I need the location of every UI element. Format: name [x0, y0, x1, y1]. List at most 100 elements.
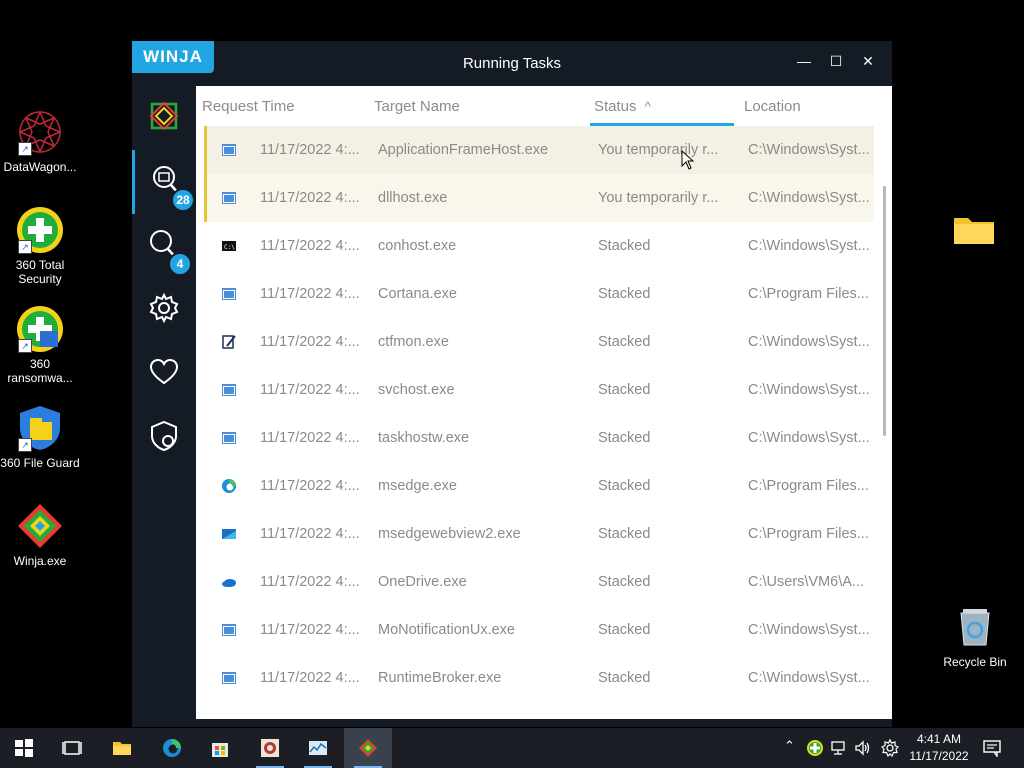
- store-icon: [212, 743, 228, 757]
- cell-status: You temporarily r...: [598, 190, 719, 206]
- window-icon: [222, 144, 236, 156]
- shield-refresh-icon: [151, 420, 177, 452]
- volume-icon[interactable]: [854, 739, 872, 757]
- cell-target-name: RuntimeBroker.exe: [378, 670, 502, 686]
- cell-target-name: taskhostw.exe: [378, 430, 470, 446]
- webview-icon: [222, 529, 236, 539]
- sort-ascending-icon: ^: [644, 99, 651, 114]
- system-clock[interactable]: 4:41 AM 11/17/2022: [902, 731, 976, 765]
- table-row[interactable]: 11/17/2022 4:... msedge.exe Stacked C:\P…: [204, 462, 874, 510]
- title-bar[interactable]: WINJA Running Tasks — ☐ ✕: [132, 41, 892, 86]
- task-view-button[interactable]: [48, 728, 96, 768]
- desktop-icon-label: 360 ransomwa...: [7, 357, 73, 385]
- sidebar-item-protection[interactable]: [132, 406, 196, 470]
- sidebar-item-settings[interactable]: [132, 278, 196, 342]
- cell-request-time: 11/17/2022 4:...: [260, 430, 360, 446]
- desktop-icon-recycle-bin[interactable]: Recycle Bin: [935, 603, 1015, 669]
- cell-request-time: 11/17/2022 4:...: [260, 382, 360, 398]
- tasks-table: Request Time Target Name Status ^ Locati…: [196, 86, 892, 719]
- desktop-icon-360-ransomware[interactable]: ↗ 360 ransomwa...: [0, 305, 80, 385]
- cell-status: Stacked: [598, 478, 651, 494]
- cell-location: C:\Windows\Syst...: [748, 382, 870, 398]
- window-icon: [222, 672, 236, 684]
- cell-status: Stacked: [598, 622, 651, 638]
- winja-logo-icon: [149, 101, 179, 131]
- task-view-icon: [62, 741, 82, 755]
- cell-status: Stacked: [598, 574, 651, 590]
- cell-status: Stacked: [598, 382, 651, 398]
- taskbar-edge[interactable]: [148, 728, 196, 768]
- 360-ransomware-icon: ↗: [16, 305, 64, 353]
- cell-target-name: ApplicationFrameHost.exe: [378, 142, 549, 158]
- cell-location: C:\Windows\Syst...: [748, 622, 870, 638]
- search-count-badge: 4: [168, 252, 192, 276]
- cell-target-name: svchost.exe: [378, 382, 455, 398]
- cell-target-name: ctfmon.exe: [378, 334, 449, 350]
- cell-status: Stacked: [598, 334, 651, 350]
- table-row[interactable]: 11/17/2022 4:... svchost.exe Stacked C:\…: [204, 366, 874, 414]
- winja-icon: [359, 739, 377, 757]
- desktop-icon-winja[interactable]: Winja.exe: [0, 502, 80, 568]
- edge-icon: [222, 479, 236, 493]
- winja-app-icon: [16, 502, 64, 550]
- table-row[interactable]: 11/17/2022 4:... MoNotificationUx.exe St…: [204, 606, 874, 654]
- maximize-button[interactable]: ☐: [820, 49, 852, 73]
- table-row[interactable]: 11/17/2022 4:... dllhost.exe You tempora…: [204, 174, 874, 222]
- sidebar: 28 4: [132, 86, 196, 727]
- table-row[interactable]: 11/17/2022 4:... RuntimeBroker.exe Stack…: [204, 654, 874, 702]
- window-icon: [222, 192, 236, 204]
- start-button[interactable]: [0, 728, 48, 768]
- table-row[interactable]: 11/17/2022 4:... taskhostw.exe Stacked C…: [204, 414, 874, 462]
- sidebar-logo[interactable]: [132, 86, 196, 150]
- taskbar-winja[interactable]: [344, 728, 392, 768]
- table-row[interactable]: C:\ 11/17/2022 4:... conhost.exe Stacked…: [204, 222, 874, 270]
- sidebar-item-search[interactable]: 4: [132, 214, 196, 278]
- 360-total-security-icon: ↗: [16, 206, 64, 254]
- header-status[interactable]: Status ^: [594, 98, 651, 115]
- notifications-icon[interactable]: [982, 739, 1002, 757]
- mouse-cursor-icon: [681, 150, 695, 170]
- desktop-icon-datawagon[interactable]: ↗ DataWagon...: [0, 108, 80, 174]
- 360-file-guard-icon: ↗: [16, 404, 64, 452]
- taskbar-store[interactable]: [196, 728, 244, 768]
- taskbar-monitor[interactable]: [294, 728, 342, 768]
- desktop-icon-360-total-security[interactable]: ↗ 360 Total Security: [0, 206, 80, 286]
- tray-360-icon[interactable]: [806, 739, 824, 757]
- desktop-icon-360-file-guard[interactable]: ↗ 360 File Guard: [0, 404, 80, 470]
- close-button[interactable]: ✕: [852, 49, 884, 73]
- table-row[interactable]: 11/17/2022 4:... OneDrive.exe Stacked C:…: [204, 558, 874, 606]
- taskbar-file-explorer[interactable]: [98, 728, 146, 768]
- table-row[interactable]: 11/17/2022 4:... Cortana.exe Stacked C:\…: [204, 270, 874, 318]
- pen-icon: [222, 335, 236, 349]
- datawagon-icon: ↗: [16, 108, 64, 156]
- taskbar-app[interactable]: [246, 728, 294, 768]
- minimize-button[interactable]: —: [788, 49, 820, 73]
- header-location[interactable]: Location: [744, 98, 801, 115]
- winja-window: WINJA Running Tasks — ☐ ✕ 28 4 Request T…: [132, 41, 892, 727]
- table-row[interactable]: 11/17/2022 4:... msedgewebview2.exe Stac…: [204, 510, 874, 558]
- cell-request-time: 11/17/2022 4:...: [260, 478, 360, 494]
- desktop-icon-folder[interactable]: [934, 208, 1014, 260]
- sidebar-item-favorites[interactable]: [132, 342, 196, 406]
- table-header: Request Time Target Name Status ^ Locati…: [196, 86, 892, 126]
- cloud-icon: [222, 579, 236, 587]
- vertical-scrollbar[interactable]: [883, 186, 886, 436]
- shortcut-arrow-icon: ↗: [18, 438, 32, 452]
- cell-target-name: MoNotificationUx.exe: [378, 622, 515, 638]
- cell-location: C:\Windows\Syst...: [748, 190, 870, 206]
- show-hidden-icons-chevron-icon[interactable]: ⌃: [784, 738, 795, 754]
- settings-gear-icon[interactable]: [881, 739, 899, 757]
- cell-location: C:\Program Files...: [748, 526, 869, 542]
- header-request-time[interactable]: Request Time: [202, 98, 295, 115]
- cell-target-name: OneDrive.exe: [378, 574, 467, 590]
- svg-text:C:\: C:\: [224, 244, 235, 251]
- monitor-icon: [309, 741, 327, 755]
- network-icon[interactable]: [830, 739, 848, 757]
- cell-request-time: 11/17/2022 4:...: [260, 238, 360, 254]
- sidebar-item-running-tasks[interactable]: 28: [132, 150, 196, 214]
- header-target-name[interactable]: Target Name: [374, 98, 460, 115]
- table-row[interactable]: 11/17/2022 4:... ApplicationFrameHost.ex…: [204, 126, 874, 174]
- cell-request-time: 11/17/2022 4:...: [260, 526, 360, 542]
- folder-icon: [950, 208, 998, 256]
- table-row[interactable]: 11/17/2022 4:... ctfmon.exe Stacked C:\W…: [204, 318, 874, 366]
